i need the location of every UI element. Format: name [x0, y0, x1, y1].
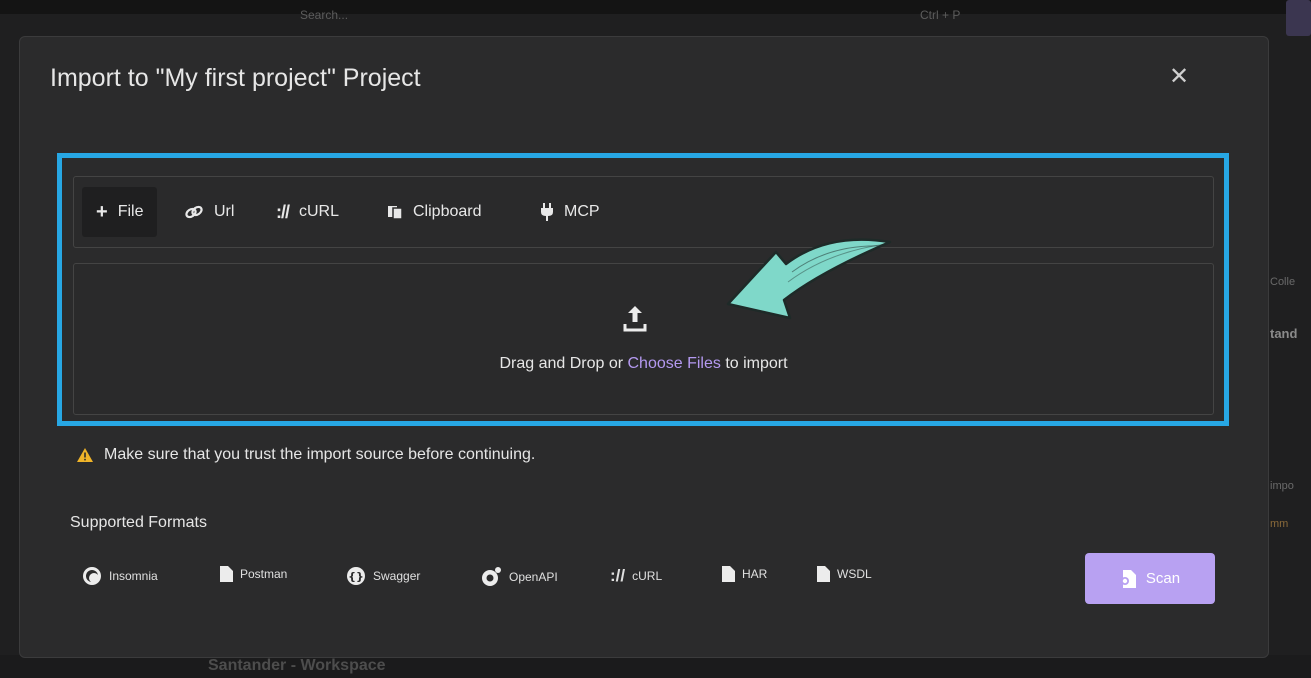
insomnia-icon: [82, 566, 102, 586]
app-search-placeholder: Search...: [300, 8, 349, 22]
app-right-snippet: impo: [1270, 480, 1294, 492]
scan-button[interactable]: Scan: [1085, 553, 1215, 604]
workspace-label: Santander - Workspace: [208, 657, 386, 674]
format-label: Postman: [240, 567, 288, 581]
close-button[interactable]: ✕: [1166, 64, 1192, 90]
format-label: WSDL: [837, 567, 872, 581]
swagger-icon: {}: [346, 566, 366, 586]
document-icon: [220, 566, 233, 582]
app-search-bar[interactable]: Search... Ctrl + P: [290, 6, 990, 30]
format-label: Swagger: [373, 569, 421, 583]
format-wsdl: WSDL: [817, 566, 872, 582]
openapi-icon: [480, 566, 502, 588]
format-curl: :// cURL: [610, 566, 662, 586]
scan-label: Scan: [1145, 570, 1181, 587]
format-label: Insomnia: [109, 569, 158, 583]
format-postman: Postman: [220, 566, 287, 582]
supported-formats-title: Supported Formats: [70, 514, 207, 531]
svg-text:{}: {}: [348, 570, 364, 583]
app-right-snippet: Colle: [1270, 276, 1296, 288]
app-right-snippet: tand: [1270, 326, 1298, 341]
app-right-panel: Colle tand impo mm: [1270, 260, 1311, 560]
app-user-button[interactable]: [1286, 0, 1311, 36]
format-openapi: OpenAPI: [480, 566, 558, 588]
trust-warning: Make sure that you trust the import sour…: [76, 446, 535, 464]
curl-icon: ://: [610, 566, 626, 585]
format-label: OpenAPI: [509, 570, 558, 584]
format-label: HAR: [742, 567, 768, 581]
close-icon: ✕: [1168, 63, 1190, 90]
scan-icon: [1120, 569, 1136, 588]
app-right-snippet: mm: [1270, 518, 1289, 530]
document-icon: [722, 566, 735, 582]
document-icon: [817, 566, 830, 582]
format-insomnia: Insomnia: [82, 566, 158, 586]
format-label: cURL: [632, 569, 663, 583]
warning-icon: [76, 447, 94, 463]
app-search-shortcut: Ctrl + P: [920, 8, 961, 22]
warning-text: Make sure that you trust the import sour…: [104, 446, 536, 463]
highlight-frame: [57, 153, 1229, 426]
format-swagger: {} Swagger: [346, 566, 420, 586]
app-bottom-bar: [0, 655, 1311, 678]
format-har: HAR: [722, 566, 767, 582]
modal-title: Import to "My first project" Project: [50, 64, 421, 92]
